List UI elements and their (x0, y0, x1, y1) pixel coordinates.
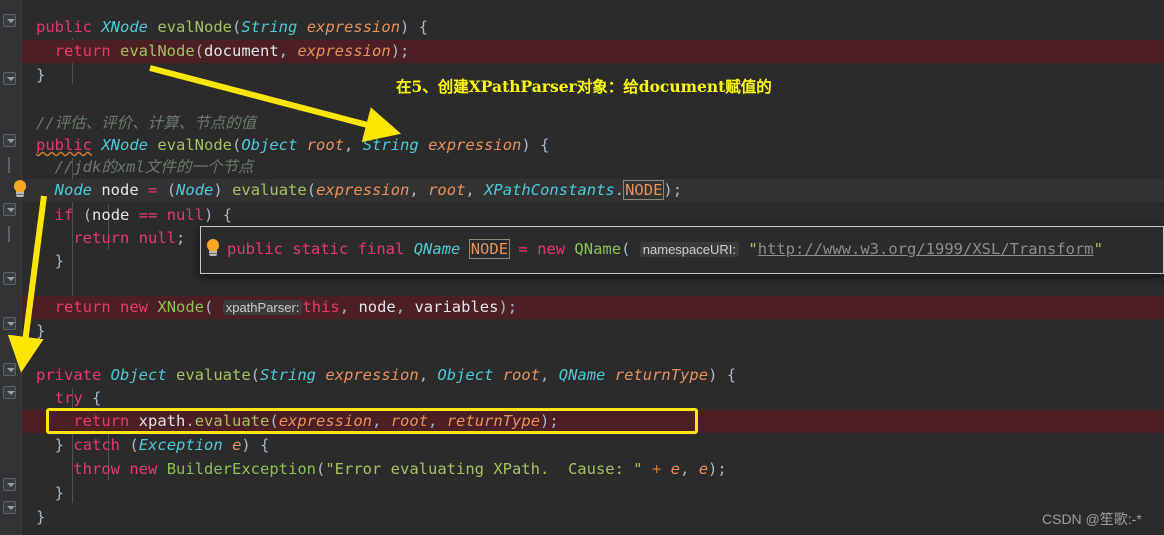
fold-marker[interactable] (3, 72, 16, 85)
code-line-highlighted: return evalNode(document, expression); (22, 40, 1164, 63)
code-line-highlighted: return new XNode( xpathParser: this, node… (22, 296, 1164, 319)
code-line: try { (54, 389, 102, 407)
fold-region-line (8, 157, 10, 173)
code-line: if (node == null) { (54, 206, 233, 224)
fold-marker[interactable] (3, 203, 16, 216)
fold-marker[interactable] (3, 501, 16, 514)
annotation-highlight-box (46, 408, 698, 434)
highlighted-token[interactable]: NODE (623, 180, 665, 200)
fold-marker[interactable] (3, 317, 16, 330)
code-line: } catch (Exception e) { (54, 436, 270, 454)
lightbulb-icon[interactable] (12, 180, 28, 198)
fold-marker[interactable] (3, 134, 16, 147)
code-line-comment: //评估、评价、计算、节点的值 (36, 114, 257, 132)
code-line-comment: //jdk的xml文件的一个节点 (54, 158, 254, 176)
fold-marker[interactable] (3, 14, 16, 27)
fold-region-line (8, 226, 10, 242)
lightbulb-icon[interactable] (205, 239, 221, 257)
code-line: public XNode evalNode(Object root, Strin… (36, 136, 550, 154)
code-editor-screenshot: public XNode evalNode(String expression)… (0, 0, 1164, 535)
code-line: } (36, 508, 46, 526)
parameter-hint: xpathParser: (222, 300, 303, 315)
fold-marker[interactable] (3, 272, 16, 285)
quick-doc-popup[interactable]: public static final QName NODE = new QNa… (200, 226, 1164, 274)
fold-marker[interactable] (3, 478, 16, 491)
popup-signature: public static final QName NODE = new QNa… (227, 239, 1103, 259)
code-line: throw new BuilderException("Error evalua… (73, 460, 727, 478)
code-line-current: Node node = (Node) evaluate(expression, … (22, 179, 1164, 202)
code-line: private Object evaluate(String expressio… (36, 366, 737, 384)
annotation-note: 在5、创建XPathParser对象：给document赋值的 (396, 77, 772, 96)
fold-marker[interactable] (3, 363, 16, 376)
code-line: } (36, 322, 46, 340)
watermark: CSDN @笙歌:-* (1042, 511, 1142, 527)
fold-marker[interactable] (3, 386, 16, 399)
code-line: public XNode evalNode(String expression)… (36, 18, 429, 36)
code-line: } (54, 484, 65, 502)
editor-gutter[interactable] (0, 0, 22, 535)
